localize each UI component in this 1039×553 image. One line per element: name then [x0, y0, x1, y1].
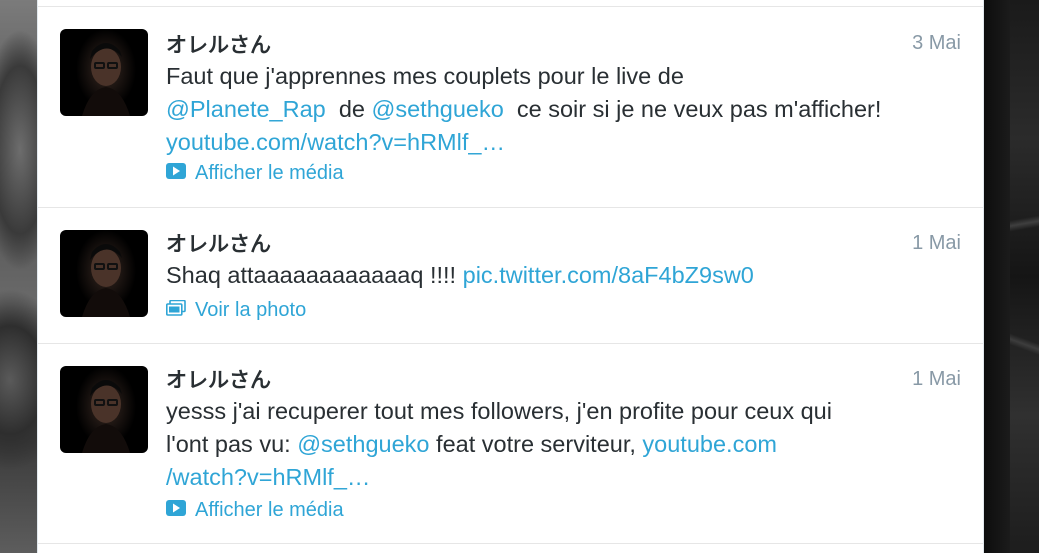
avatar[interactable] — [60, 29, 148, 116]
avatar[interactable] — [60, 366, 148, 453]
tweet-text-segment: feat votre serviteur, — [436, 431, 636, 457]
tweet-date[interactable]: 1 Mai — [912, 232, 961, 255]
tweet-text-segment: de — [338, 96, 365, 122]
avatar[interactable] — [60, 230, 148, 317]
tweet-text-segment: l'ont pas vu: — [166, 431, 291, 457]
mention-link[interactable]: @sethgueko — [297, 431, 429, 457]
tweet[interactable]: オレルさん 3 Mai Faut que j'apprennes mes cou… — [38, 6, 983, 207]
tweet-text: yesss j'ai recuperer tout mes followers,… — [166, 395, 966, 494]
url-link[interactable]: youtube.com/watch?v=hRMlf_… — [166, 129, 505, 155]
url-link[interactable]: youtube.com — [642, 431, 777, 457]
tweet-text-line: Faut que j'apprennes mes couplets pour l… — [166, 63, 684, 89]
photo-icon — [166, 299, 186, 322]
url-link[interactable]: pic.twitter.com/8aF4bZ9sw0 — [463, 262, 754, 288]
play-icon — [166, 499, 186, 522]
url-link-continued[interactable]: /watch?v=hRMlf_… — [166, 464, 370, 490]
author-name[interactable]: オレルさん — [166, 228, 271, 258]
show-media-label: Afficher le média — [195, 499, 344, 521]
tweet-text-segment: ce soir si je ne veux pas m'afficher! — [516, 96, 882, 122]
background-right — [984, 0, 1039, 553]
show-media-button[interactable]: Afficher le média — [166, 499, 344, 522]
show-media-button[interactable]: Afficher le média — [166, 162, 344, 185]
show-media-label: Afficher le média — [195, 162, 344, 184]
tweet-text-segment: Shaq attaaaaaaaaaaaaq !!!! — [166, 262, 457, 288]
timeline: オレルさん 3 Mai Faut que j'apprennes mes cou… — [37, 0, 984, 553]
mention-link[interactable]: @Planete_Rap — [166, 96, 326, 122]
background-left — [0, 0, 37, 553]
tweet-text-line: yesss j'ai recuperer tout mes followers,… — [166, 398, 832, 424]
author-name[interactable]: オレルさん — [166, 29, 271, 59]
tweet-date[interactable]: 3 Mai — [912, 32, 961, 55]
tweet[interactable]: オレルさん 1 Mai Shaq attaaaaaaaaaaaaq !!!! p… — [38, 207, 983, 343]
tweet-text: Faut que j'apprennes mes couplets pour l… — [166, 60, 966, 159]
tweet-text: Shaq attaaaaaaaaaaaaq !!!! pic.twitter.c… — [166, 259, 966, 292]
play-icon — [166, 162, 186, 185]
tweet-date[interactable]: 1 Mai — [912, 368, 961, 391]
view-photo-button[interactable]: Voir la photo — [166, 299, 306, 322]
mention-link[interactable]: @sethgueko — [371, 96, 503, 122]
view-photo-label: Voir la photo — [195, 299, 307, 321]
author-name[interactable]: オレルさん — [166, 364, 271, 394]
tweet[interactable]: オレルさん 1 Mai yesss j'ai recuperer tout me… — [38, 343, 983, 544]
